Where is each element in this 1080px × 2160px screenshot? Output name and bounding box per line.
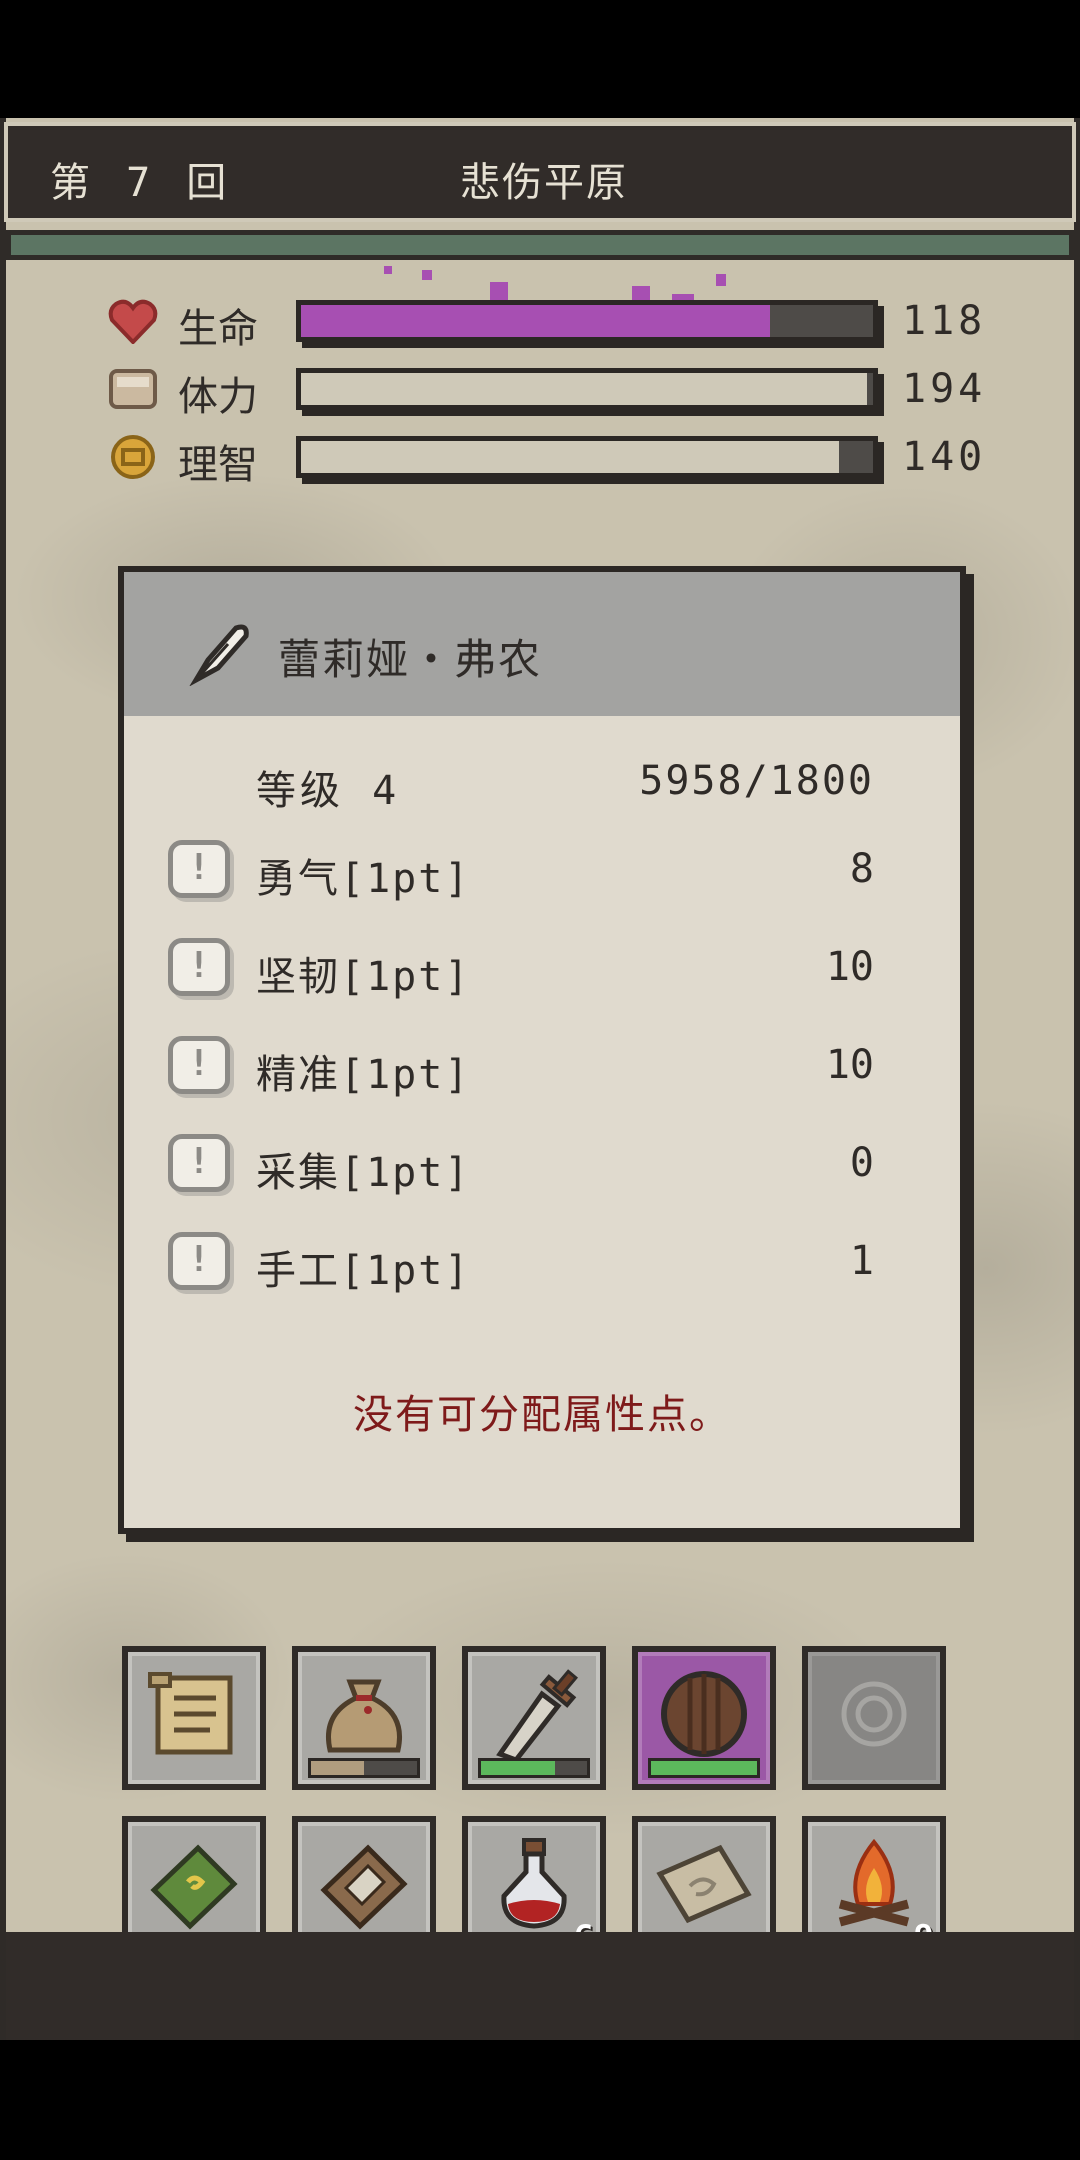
attribute-row: ! 采集[1pt] 0	[124, 1130, 960, 1200]
coin-icon	[111, 435, 155, 479]
feather-icon	[189, 624, 249, 686]
stat-row-stamina: 体力 194	[0, 362, 1080, 420]
armor-slot[interactable]	[632, 1646, 776, 1790]
sack-icon	[326, 1679, 402, 1753]
green-book-icon	[150, 1844, 238, 1930]
health-drip	[716, 274, 726, 286]
stamina-bar	[296, 368, 878, 410]
stat-label: 理智	[178, 442, 258, 488]
shield-icon	[661, 1671, 747, 1757]
attribute-value: 10	[825, 1042, 874, 1088]
stat-label: 生命	[178, 306, 258, 352]
add-point-button[interactable]: !	[168, 840, 230, 898]
accessory-slot[interactable]	[802, 1646, 946, 1790]
attribute-value: 8	[849, 846, 874, 892]
panel-header: 蕾莉娅・弗农	[124, 572, 960, 716]
stat-row-health: 生命 118	[0, 294, 1080, 352]
attribute-row: ! 精准[1pt] 10	[124, 1032, 960, 1102]
progress-strip	[6, 230, 1074, 260]
attribute-row: ! 坚韧[1pt] 10	[124, 934, 960, 1004]
bread-icon	[109, 369, 157, 409]
add-point-button[interactable]: !	[168, 1036, 230, 1094]
health-drip	[384, 266, 392, 274]
attribute-name: 勇气[1pt]	[256, 856, 471, 902]
attribute-value: 0	[849, 1140, 874, 1186]
attribute-name: 精准[1pt]	[256, 1052, 471, 1098]
attribute-name: 手工[1pt]	[256, 1248, 471, 1294]
stat-label: 体力	[178, 374, 258, 420]
add-point-button[interactable]: !	[168, 1232, 230, 1290]
health-drip	[422, 270, 432, 280]
stat-value: 194	[902, 366, 987, 412]
slot-bar	[478, 1758, 590, 1778]
health-bar	[296, 300, 878, 342]
attribute-name: 采集[1pt]	[256, 1150, 471, 1196]
map-icon	[656, 1844, 752, 1924]
level-label: 等级 4	[256, 768, 401, 814]
heart-icon	[108, 299, 158, 344]
sanity-bar	[296, 436, 878, 478]
quest-log-slot[interactable]	[122, 1646, 266, 1790]
weapon-slot[interactable]	[462, 1646, 606, 1790]
rune-icon	[841, 1681, 907, 1747]
slot-bar	[648, 1758, 760, 1778]
attribute-row: ! 勇气[1pt] 8	[124, 836, 960, 906]
attribute-row: ! 手工[1pt] 1	[124, 1228, 960, 1298]
stat-row-sanity: 理智 140	[0, 430, 1080, 488]
stat-value: 118	[902, 298, 987, 344]
potion-icon	[501, 1838, 567, 1929]
journal-icon	[320, 1844, 408, 1930]
top-bar: 第 7 回 悲伤平原	[4, 122, 1076, 222]
add-point-button[interactable]: !	[168, 1134, 230, 1192]
dagger-icon	[496, 1669, 579, 1763]
bottom-bar	[6, 1932, 1074, 2040]
scroll-icon	[148, 1672, 233, 1755]
character-panel: 蕾莉娅・弗农 等级 4 5958/1800 ! 勇气[1pt] 8 ! 坚韧[1…	[118, 566, 966, 1534]
no-points-notice: 没有可分配属性点。	[353, 1392, 731, 1438]
attribute-value: 1	[849, 1238, 874, 1284]
area-title: 悲伤平原	[460, 160, 628, 206]
attribute-value: 10	[825, 944, 874, 990]
inventory-slot[interactable]	[292, 1646, 436, 1790]
add-point-button[interactable]: !	[168, 938, 230, 996]
attribute-name: 坚韧[1pt]	[256, 954, 471, 1000]
stat-value: 140	[902, 434, 987, 480]
slot-bar	[308, 1758, 420, 1778]
campfire-icon	[838, 1838, 910, 1927]
experience-value: 5958/1800	[639, 758, 874, 804]
character-name: 蕾莉娅・弗农	[278, 635, 543, 684]
